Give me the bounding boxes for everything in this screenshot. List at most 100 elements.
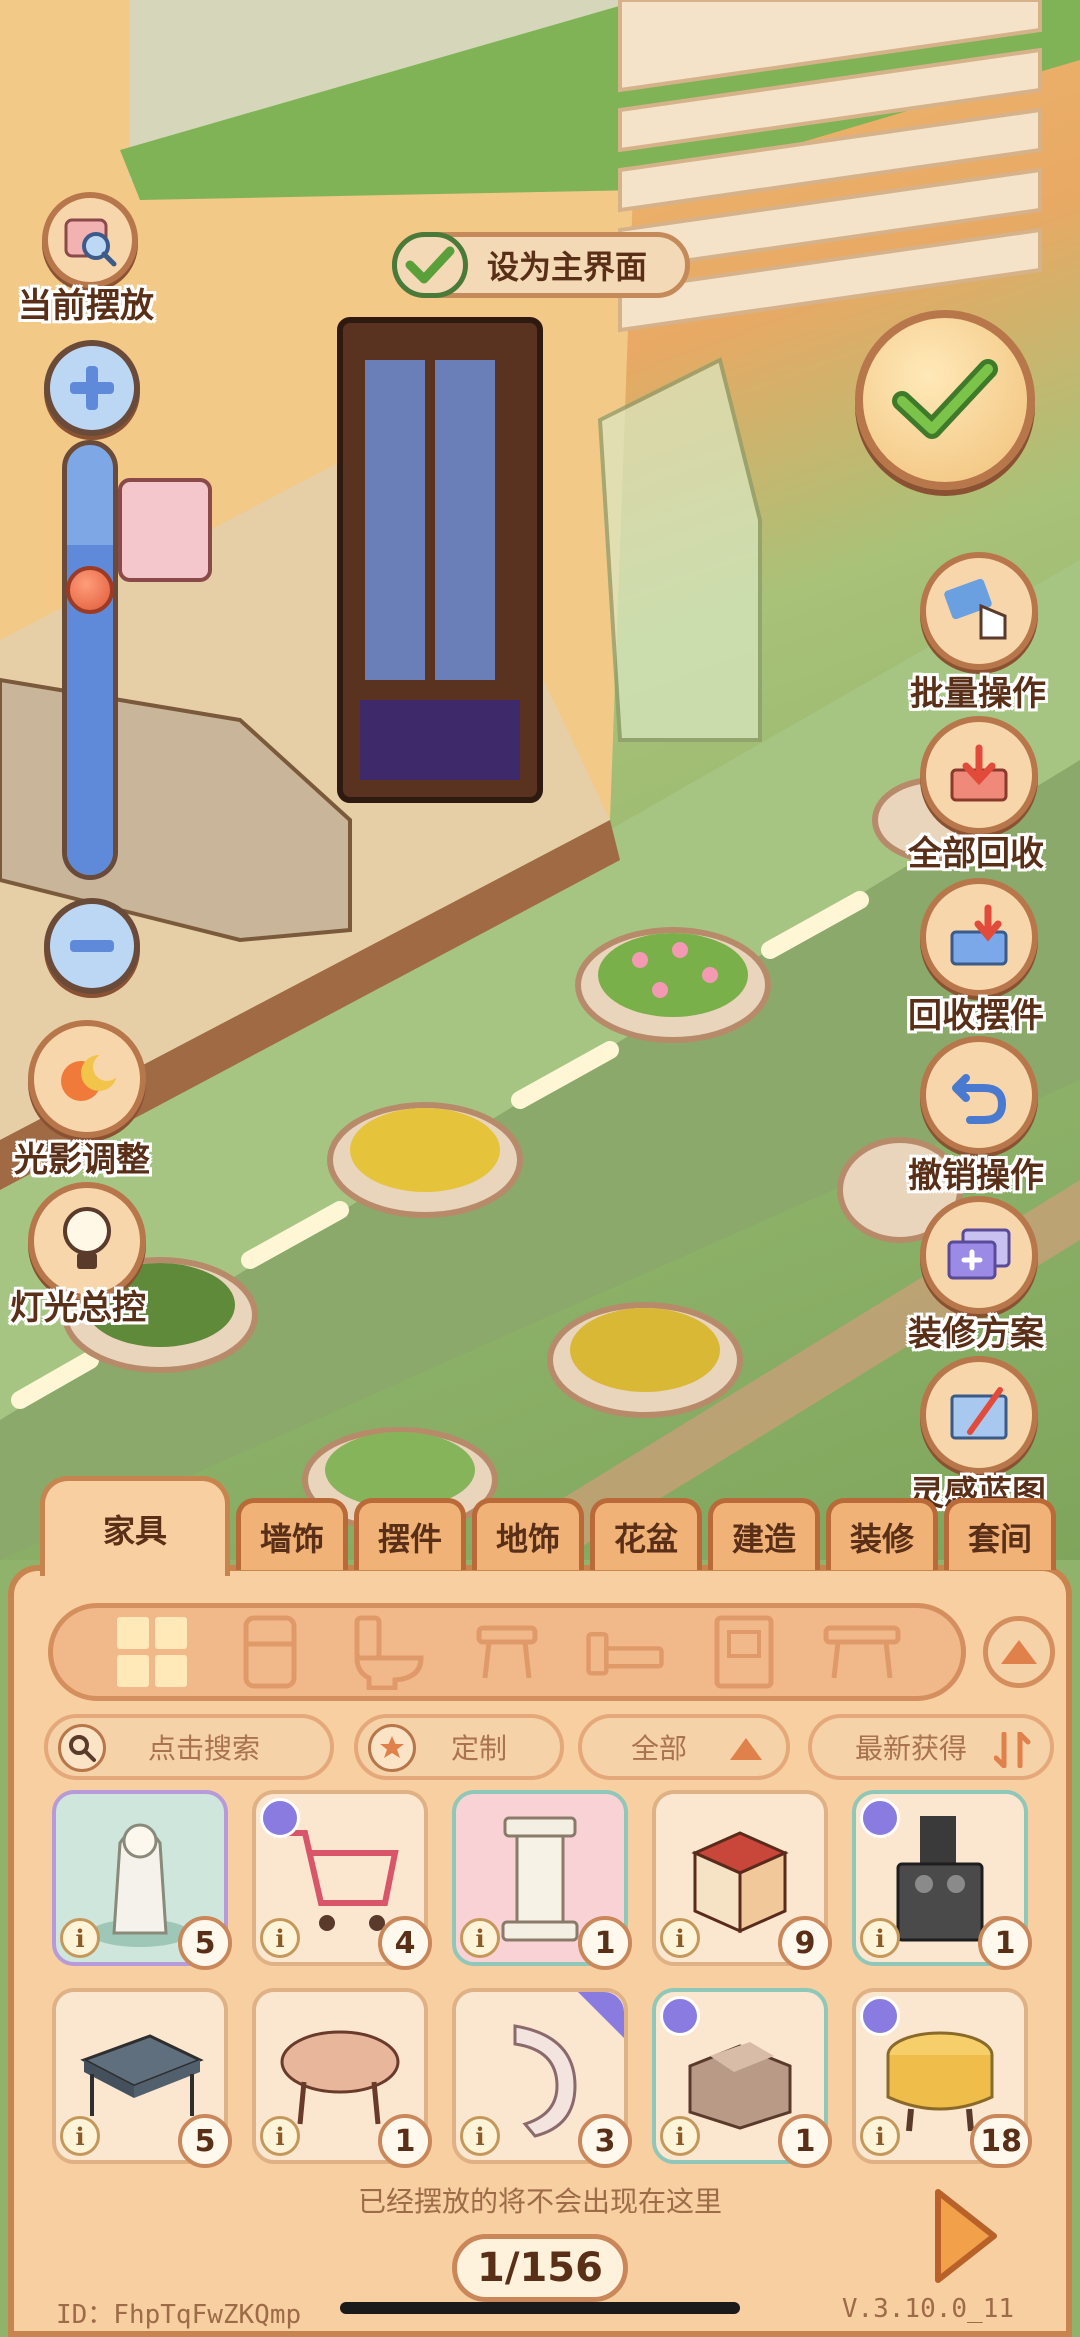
toilet-icon[interactable] <box>349 1615 429 1690</box>
confirm-button[interactable] <box>855 310 1035 490</box>
checkmark-icon <box>892 359 998 439</box>
sort-icon <box>994 1732 1031 1768</box>
item-card-armchair[interactable]: i1 <box>652 1988 832 2168</box>
tab-build[interactable]: 建造 <box>708 1498 820 1570</box>
item-count: 5 <box>178 2114 232 2168</box>
bed-icon[interactable] <box>585 1617 665 1687</box>
info-icon[interactable]: i <box>460 2116 500 2156</box>
current-placement-button[interactable] <box>42 192 138 288</box>
type-badge-icon <box>660 1996 700 2036</box>
zoom-slider-handle[interactable] <box>66 566 114 614</box>
tab-ornaments[interactable]: 摆件 <box>354 1498 466 1570</box>
recycle-all-button[interactable] <box>920 716 1038 834</box>
item-card-curved-panel[interactable]: i3 <box>452 1988 632 2168</box>
tab-furniture[interactable]: 家具 <box>40 1476 230 1576</box>
item-card-yellow-stool[interactable]: i 18 <box>852 1988 1032 2168</box>
next-page-arrow-icon[interactable] <box>930 2186 1000 2286</box>
item-card-cube-table[interactable]: i9 <box>652 1790 832 1970</box>
item-card-grey-table[interactable]: i5 <box>52 1988 232 2168</box>
item-count: 4 <box>378 1916 432 1970</box>
info-icon[interactable]: i <box>60 2116 100 2156</box>
tab-label: 摆件 <box>377 1519 442 1558</box>
item-card-stove[interactable]: i1 <box>852 1790 1032 1970</box>
recycle-item-button[interactable] <box>920 878 1038 996</box>
hand-select-icon <box>944 578 1007 640</box>
tab-label: 建造 <box>731 1519 796 1558</box>
info-icon[interactable]: i <box>860 2116 900 2156</box>
info-icon[interactable]: i <box>460 1918 500 1958</box>
info-icon[interactable]: i <box>860 1918 900 1958</box>
current-placement-label: 当前摆放 <box>18 286 154 326</box>
triangle-up-icon <box>730 1738 762 1760</box>
decoration-plans-button[interactable] <box>920 1196 1038 1314</box>
batch-operation-button[interactable] <box>920 552 1038 670</box>
tab-flowerpots[interactable]: 花盆 <box>590 1498 702 1570</box>
decoration-plans-label: 装修方案 <box>908 1314 1044 1354</box>
item-card-angel-statue[interactable]: i5 <box>52 1790 232 1970</box>
page-indicator: 1/156 <box>452 2234 628 2302</box>
tab-label: 墙饰 <box>259 1519 324 1558</box>
item-count: 1 <box>978 1916 1032 1970</box>
plan-cards-icon <box>947 1228 1011 1280</box>
item-count: 3 <box>578 2114 632 2168</box>
recycle-tray-icon <box>950 744 1008 802</box>
collapse-panel-button[interactable] <box>983 1616 1055 1688</box>
zoom-slider-track[interactable] <box>62 440 118 880</box>
undo-button[interactable] <box>920 1036 1038 1154</box>
light-shadow-label: 光影调整 <box>14 1140 150 1180</box>
main-screen-checkbox[interactable] <box>392 232 468 298</box>
tab-label: 花盆 <box>613 1519 678 1558</box>
all-filter-dropdown[interactable]: 全部 <box>578 1714 790 1780</box>
info-icon[interactable]: i <box>60 1918 100 1958</box>
light-master-label: 灯光总控 <box>10 1288 146 1328</box>
home-indicator[interactable] <box>340 2302 740 2314</box>
table-icon[interactable] <box>822 1617 902 1687</box>
placed-items-hint: 已经摆放的将不会出现在这里 <box>357 2185 722 2218</box>
batch-operation-label: 批量操作 <box>910 674 1046 714</box>
tab-wall-decor[interactable]: 墙饰 <box>236 1498 348 1570</box>
undo-label: 撤销操作 <box>908 1156 1044 1196</box>
item-card-bean-table[interactable]: i1 <box>252 1988 432 2168</box>
user-id: ID：FhpTqFwZKQmp <box>56 2300 302 2330</box>
blueprint-icon <box>950 1387 1008 1440</box>
tab-floor-decor[interactable]: 地饰 <box>472 1498 584 1570</box>
item-count: 1 <box>778 2114 832 2168</box>
fridge-icon[interactable] <box>230 1615 310 1689</box>
set-main-screen-label: 设为主界面 <box>487 248 648 286</box>
item-count: 1 <box>578 1916 632 1970</box>
sort-dropdown[interactable]: 最新获得 <box>808 1714 1054 1780</box>
zoom-in-button[interactable] <box>44 340 140 436</box>
category-bar <box>48 1603 966 1701</box>
cabinet-icon[interactable] <box>704 1615 784 1689</box>
search-placeholder: 点击搜索 <box>147 1732 260 1765</box>
undo-arrow-icon <box>952 1074 1006 1124</box>
custom-filter-button[interactable]: 定制 <box>354 1714 564 1780</box>
tab-label: 套间 <box>967 1519 1032 1558</box>
info-icon[interactable]: i <box>660 1918 700 1958</box>
item-count: 9 <box>778 1916 832 1970</box>
zoom-out-button[interactable] <box>44 898 140 994</box>
info-icon[interactable]: i <box>660 2116 700 2156</box>
grid-icon[interactable] <box>112 1617 192 1687</box>
recycle-item-label: 回收摆件 <box>908 996 1044 1036</box>
info-icon[interactable]: i <box>260 2116 300 2156</box>
type-badge-icon <box>260 1798 300 1838</box>
sun-moon-icon <box>61 1053 121 1101</box>
triangle-up-icon <box>1001 1640 1037 1664</box>
tab-suites[interactable]: 套间 <box>944 1498 1056 1570</box>
inspiration-blueprint-button[interactable] <box>920 1356 1038 1474</box>
star-icon <box>368 1724 416 1772</box>
info-icon[interactable]: i <box>260 1918 300 1958</box>
tab-renovation[interactable]: 装修 <box>826 1498 938 1570</box>
item-card-pillar[interactable]: i1 <box>452 1790 632 1970</box>
checkmark-icon <box>405 246 455 284</box>
stool-icon[interactable] <box>467 1617 547 1687</box>
type-badge-icon <box>860 1996 900 2036</box>
tab-label: 家具 <box>102 1511 167 1550</box>
minus-icon <box>70 940 114 952</box>
game-scene[interactable]: 设为主界面 当前摆放 光影调整 灯光总控 批量操作 全部回收 回收摆件 撤销操作… <box>0 0 1080 1560</box>
search-input[interactable]: 点击搜索 <box>44 1714 334 1780</box>
box-down-icon <box>950 904 1008 966</box>
item-card-shopping-cart[interactable]: i4 <box>252 1790 432 1970</box>
light-shadow-button[interactable] <box>28 1020 146 1138</box>
